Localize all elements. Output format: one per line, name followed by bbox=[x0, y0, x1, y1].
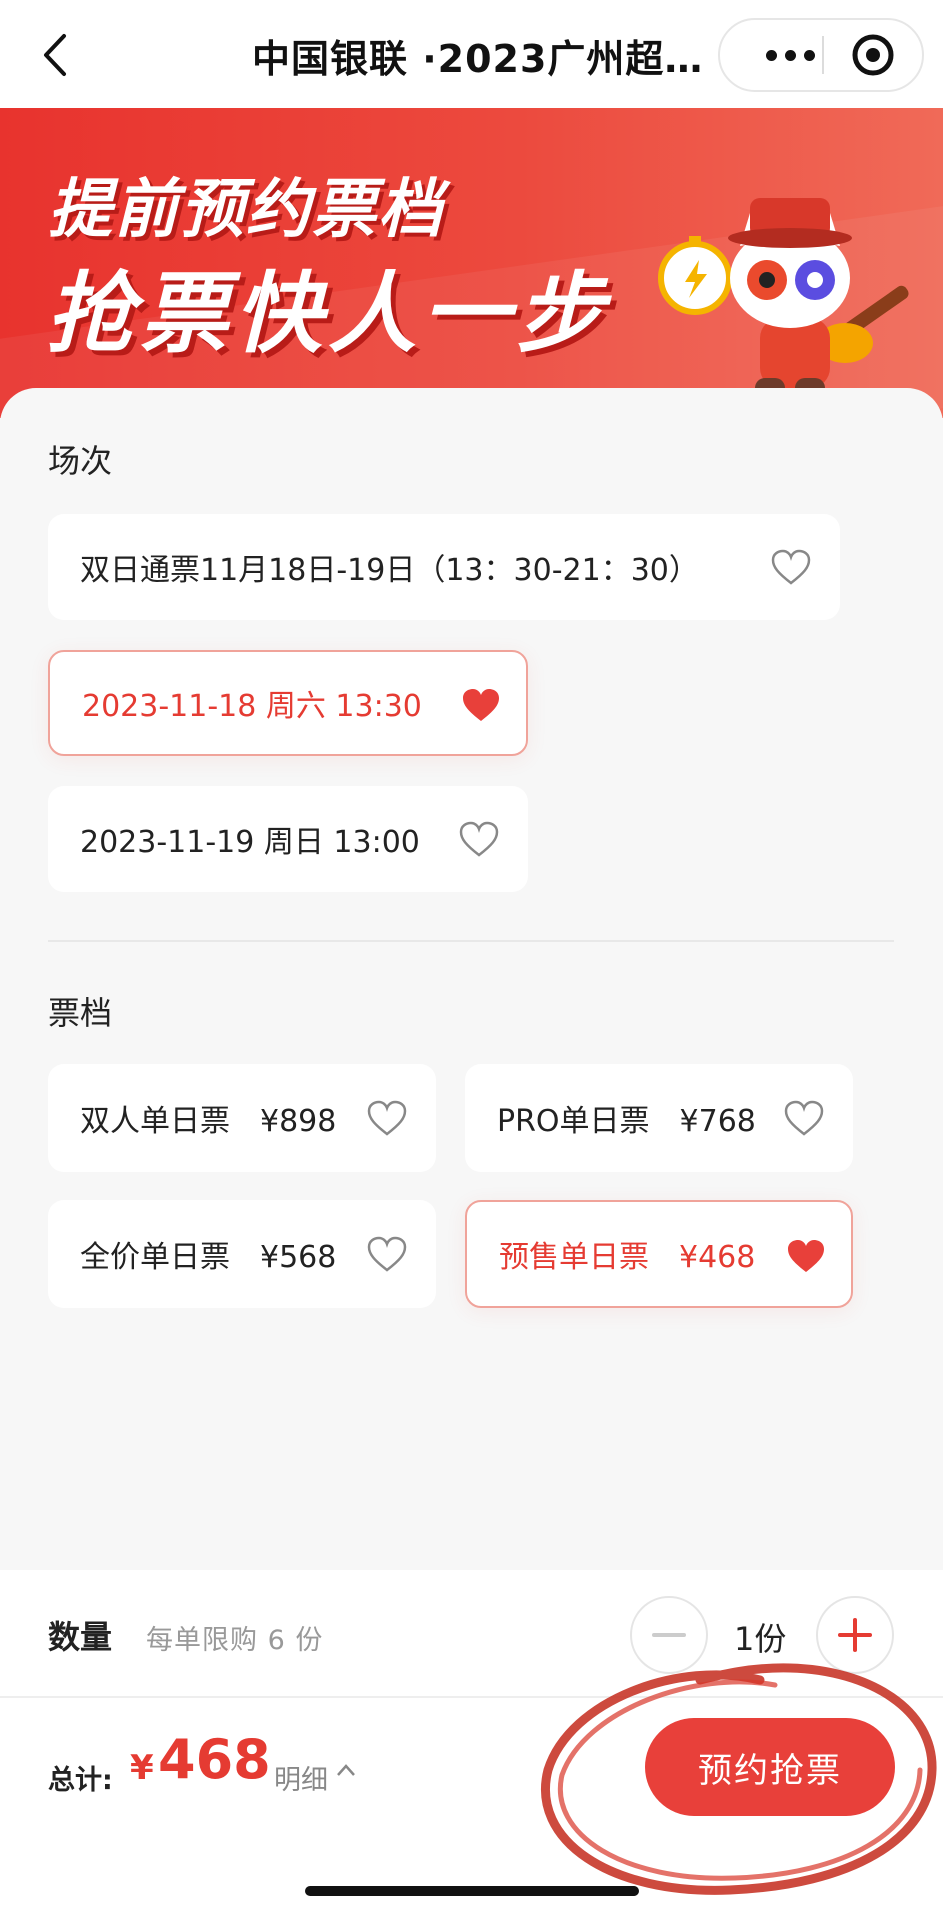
price-detail-link[interactable]: 明细 bbox=[274, 1758, 328, 1797]
session-section-title: 场次 bbox=[48, 442, 113, 480]
decrease-quantity-button[interactable] bbox=[630, 1596, 708, 1674]
selection-card: 场次 双日通票11月18日-19日（13：30-21：30） 2023-11-1… bbox=[0, 388, 943, 1568]
quantity-bar: 数量 每单限购 6 份 1份 bbox=[0, 1570, 943, 1696]
tier-option-pro[interactable]: PRO单日票 ¥768 bbox=[465, 1064, 853, 1172]
section-divider bbox=[48, 940, 894, 942]
tier-option-double[interactable]: 双人单日票 ¥898 bbox=[48, 1064, 436, 1172]
heart-outline-icon bbox=[459, 821, 499, 857]
tier-option-presale[interactable]: 预售单日票 ¥468 bbox=[465, 1200, 853, 1308]
currency-symbol: ¥ bbox=[130, 1748, 154, 1788]
session-option-nov19[interactable]: 2023-11-19 周日 13:00 bbox=[48, 786, 528, 892]
back-arrow-icon[interactable] bbox=[36, 30, 76, 80]
tier-option-label: 双人单日票 ¥898 bbox=[80, 1104, 337, 1139]
capsule-divider bbox=[822, 36, 824, 74]
heart-filled-icon bbox=[788, 1240, 824, 1272]
quantity-label: 数量 bbox=[48, 1618, 113, 1656]
promo-banner: 提前预约票档 抢票快人一步 bbox=[0, 108, 943, 418]
heart-outline-icon bbox=[367, 1100, 407, 1136]
cat-mascot-illustration bbox=[658, 198, 909, 418]
tier-option-label: PRO单日票 ¥768 bbox=[497, 1104, 756, 1139]
heart-outline-icon bbox=[771, 549, 811, 585]
heart-outline-icon bbox=[367, 1236, 407, 1272]
session-option-label: 2023-11-18 周六 13:30 bbox=[82, 689, 422, 724]
tier-section-title: 票档 bbox=[48, 994, 113, 1032]
plus-icon bbox=[838, 1618, 872, 1652]
heart-outline-icon bbox=[784, 1100, 824, 1136]
tier-option-full[interactable]: 全价单日票 ¥568 bbox=[48, 1200, 436, 1308]
close-mini-program-icon[interactable] bbox=[850, 32, 896, 78]
more-options-icon[interactable] bbox=[740, 20, 840, 90]
tier-option-label: 预售单日票 ¥468 bbox=[499, 1240, 756, 1275]
quantity-value: 1份 bbox=[734, 1620, 787, 1658]
heart-filled-icon bbox=[463, 689, 499, 721]
top-nav-bar: 中国银联 ·2023广州超… bbox=[0, 0, 943, 108]
home-indicator bbox=[305, 1886, 639, 1896]
tier-option-label: 全价单日票 ¥568 bbox=[80, 1240, 337, 1275]
banner-headline-1: 提前预约票档 bbox=[48, 173, 444, 247]
page-title: 中国银联 ·2023广州超… bbox=[252, 37, 704, 81]
session-option-nov18[interactable]: 2023-11-18 周六 13:30 bbox=[48, 650, 528, 756]
purchase-limit-note: 每单限购 6 份 bbox=[146, 1625, 324, 1656]
checkout-bar: 总计: ¥ 468 明细 预约抢票 bbox=[0, 1698, 943, 1918]
total-label: 总计: bbox=[48, 1765, 113, 1796]
minus-icon bbox=[652, 1633, 686, 1637]
total-amount: 468 bbox=[158, 1728, 271, 1791]
session-option-two-day[interactable]: 双日通票11月18日-19日（13：30-21：30） bbox=[48, 514, 840, 620]
increase-quantity-button[interactable] bbox=[816, 1596, 894, 1674]
session-option-label: 2023-11-19 周日 13:00 bbox=[80, 825, 420, 860]
mini-program-capsule bbox=[718, 18, 924, 92]
session-option-label: 双日通票11月18日-19日（13：30-21：30） bbox=[80, 553, 699, 588]
banner-headline-2: 抢票快人一步 bbox=[46, 262, 611, 365]
chevron-up-icon[interactable] bbox=[335, 1760, 357, 1780]
reserve-ticket-button[interactable]: 预约抢票 bbox=[645, 1718, 895, 1816]
